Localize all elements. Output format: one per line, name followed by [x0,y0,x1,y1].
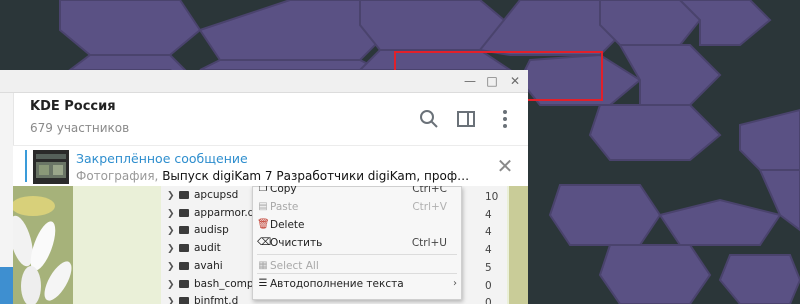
menu-item-label: Очистить [270,237,323,249]
file-name: bash_compl [194,277,257,290]
file-name: audit [194,242,221,255]
file-count: 4 [485,244,492,257]
file-count: 10 [485,191,499,203]
folder-icon [179,226,189,235]
menu-item-label: Copy [270,186,297,195]
minimize-button[interactable]: — [461,73,479,89]
file-row: ❯ bash_compl [167,278,256,296]
menu-item-shortcut: Ctrl+U [411,237,447,249]
folder-icon [179,191,189,199]
file-row: ❯ audit [167,242,221,260]
menu-item-clear[interactable]: ⌫ Очистить Ctrl+U [253,235,461,253]
file-row: ❯ apcupsd [167,189,238,207]
more-menu-button[interactable] [494,108,516,130]
chat-window: — □ ✕ KDE Россия 679 участников Закреплё… [0,70,528,304]
minimize-icon: — [464,74,476,88]
file-row: ❯ apparmor.d [167,207,254,225]
more-vertical-icon [503,110,507,128]
chevron-right-icon: ❯ [167,208,175,219]
pinned-preview: Фотография, Выпуск digiKam 7 Разработчик… [76,169,469,183]
file-name: binfmt.d [194,295,239,304]
autocomplete-icon: ☰ [258,278,268,289]
sidebar-icon [457,111,475,127]
file-count: 4 [485,226,492,239]
folder-icon [179,297,189,304]
clear-icon: ⌫ [257,237,272,248]
pinned-prefix: Фотография, [76,169,159,183]
chevron-right-icon: ❯ [167,244,175,255]
pinned-title: Закреплённое сообщение [76,151,248,166]
menu-item-shortcut: Ctrl+C [412,186,447,195]
file-row: ❯ avahi [167,260,223,278]
sidebar-toggle-button[interactable] [455,108,477,130]
window-titlebar[interactable]: — □ ✕ [0,70,528,93]
file-count: 4 [485,208,492,221]
chat-area: ❯ apcupsd 10 ❯ apparmor.d 4 ❯ audisp 4 ❯ audit 4 ❯ av… [13,186,528,304]
chevron-right-icon: ❯ [167,191,175,201]
photo-edge [509,186,528,304]
pinned-message[interactable]: Закреплённое сообщение Фотография, Выпус… [13,145,528,187]
chat-title[interactable]: KDE Россия [30,99,116,114]
menu-item-delete[interactable]: 🗑 Delete [253,217,461,235]
menu-item-shortcut: Ctrl+V [412,201,447,213]
pinned-text: Выпуск digiKam 7 Разработчики digiKam, п… [162,169,470,183]
pinned-close-button[interactable]: ✕ [495,156,515,176]
chevron-right-icon: ❯ [167,226,175,237]
pinned-thumbnail [33,150,69,184]
menu-item-label: Paste [270,201,299,213]
menu-item-label: Delete [270,219,305,231]
file-count: 0 [485,297,492,304]
close-icon: ✕ [509,74,521,88]
folder-icon [179,208,189,217]
copy-icon: ❐ [258,186,268,194]
menu-item-paste: ▤ Paste Ctrl+V [253,199,461,217]
file-count: 0 [485,279,492,292]
daisy-photo [13,186,73,304]
menu-item-label: Автодополнение текста [270,278,404,290]
file-name: avahi [194,259,223,272]
chevron-right-icon: ❯ [167,279,175,290]
file-row: ❯ audisp [167,224,229,242]
search-icon [420,110,438,128]
close-window-button[interactable]: ✕ [506,73,524,89]
pinned-accent-bar [25,150,27,182]
select-all-icon: ▦ [258,260,268,271]
chat-member-count[interactable]: 679 участников [30,121,129,135]
search-button[interactable] [418,108,440,130]
menu-item-label: Select All [270,260,319,272]
file-name: apparmor.d [194,206,255,219]
context-menu: ❐ Copy Ctrl+C ▤ Paste Ctrl+V 🗑 Delete ⌫ Очистить C… [252,186,462,300]
paste-icon: ▤ [258,201,268,212]
submenu-arrow-icon: › [453,278,457,289]
chevron-right-icon: ❯ [167,297,175,304]
chevron-right-icon: ❯ [167,261,175,272]
folder-icon [179,279,189,288]
menu-separator [257,273,457,274]
folder-icon [179,244,189,253]
file-name: audisp [194,224,229,237]
menu-separator [257,254,457,255]
close-icon: ✕ [496,154,514,178]
delete-icon: 🗑 [257,219,270,230]
menu-item-autocomplete[interactable]: ☰ Автодополнение текста › [253,276,461,294]
maximize-icon: □ [486,74,498,88]
unread-indicator [0,267,13,304]
menu-item-copy[interactable]: ❐ Copy Ctrl+C [253,186,461,199]
file-row: ❯ binfmt.d [167,295,238,304]
maximize-button[interactable]: □ [483,73,501,89]
file-count: 5 [485,261,492,274]
file-name: apcupsd [194,189,239,201]
folder-icon [179,261,189,270]
